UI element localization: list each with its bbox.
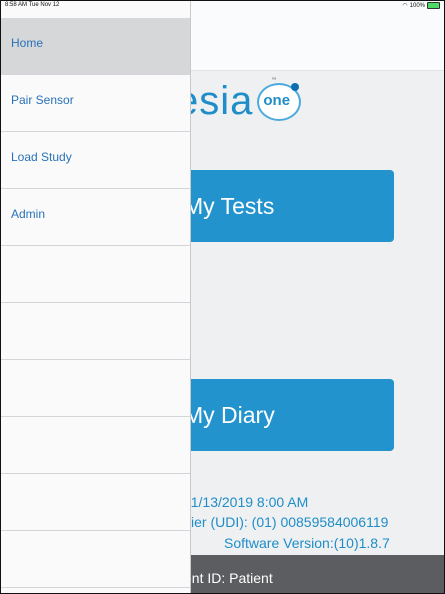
- drawer-item-empty: [1, 303, 190, 360]
- status-time: 8:58 AM Tue Nov 12: [5, 2, 60, 8]
- drawer-item-label: Pair Sensor: [11, 93, 74, 107]
- side-drawer: Home Pair Sensor Load Study Admin: [1, 1, 191, 593]
- my-tests-button[interactable]: My Tests: [176, 170, 394, 242]
- drawer-item-label: Load Study: [11, 150, 72, 164]
- logo-badge-text: one: [263, 92, 291, 109]
- drawer-item-label: Home: [11, 36, 44, 50]
- logo-badge: ™ one: [257, 77, 302, 121]
- udi-text: ifier (UDI): (01) 00859584006119: [184, 514, 389, 530]
- drawer-item-pair-sensor[interactable]: Pair Sensor: [1, 75, 190, 132]
- drawer-item-admin[interactable]: Admin: [1, 189, 190, 246]
- status-right: ◠ 100%: [402, 2, 440, 9]
- status-bar: 8:58 AM Tue Nov 12 ◠ 100%: [1, 1, 444, 11]
- drawer-item-empty: [1, 360, 190, 417]
- battery-icon: [427, 2, 440, 9]
- date-text: 11/13/2019 8:00 AM: [184, 494, 309, 510]
- wifi-icon: ◠: [402, 3, 408, 9]
- my-diary-button[interactable]: My Diary: [176, 379, 394, 451]
- drawer-item-home[interactable]: Home: [1, 18, 190, 75]
- app-window: 8:58 AM Tue Nov 12 ◠ 100% esia ™ one My …: [0, 0, 445, 594]
- patient-id-text: ent ID: Patient: [184, 570, 273, 586]
- drawer-item-empty: [1, 417, 190, 474]
- drawer-item-load-study[interactable]: Load Study: [1, 132, 190, 189]
- version-text: Software Version:(10)1.8.7: [224, 535, 390, 551]
- battery-percent: 100%: [409, 2, 425, 9]
- drawer-item-empty: [1, 246, 190, 303]
- logo-trademark: ™: [271, 77, 277, 83]
- drawer-item-empty: [1, 474, 190, 531]
- logo-dot: [291, 83, 300, 91]
- app-logo: esia ™ one: [176, 77, 302, 123]
- drawer-item-empty: [1, 531, 190, 588]
- drawer-item-label: Admin: [11, 207, 46, 221]
